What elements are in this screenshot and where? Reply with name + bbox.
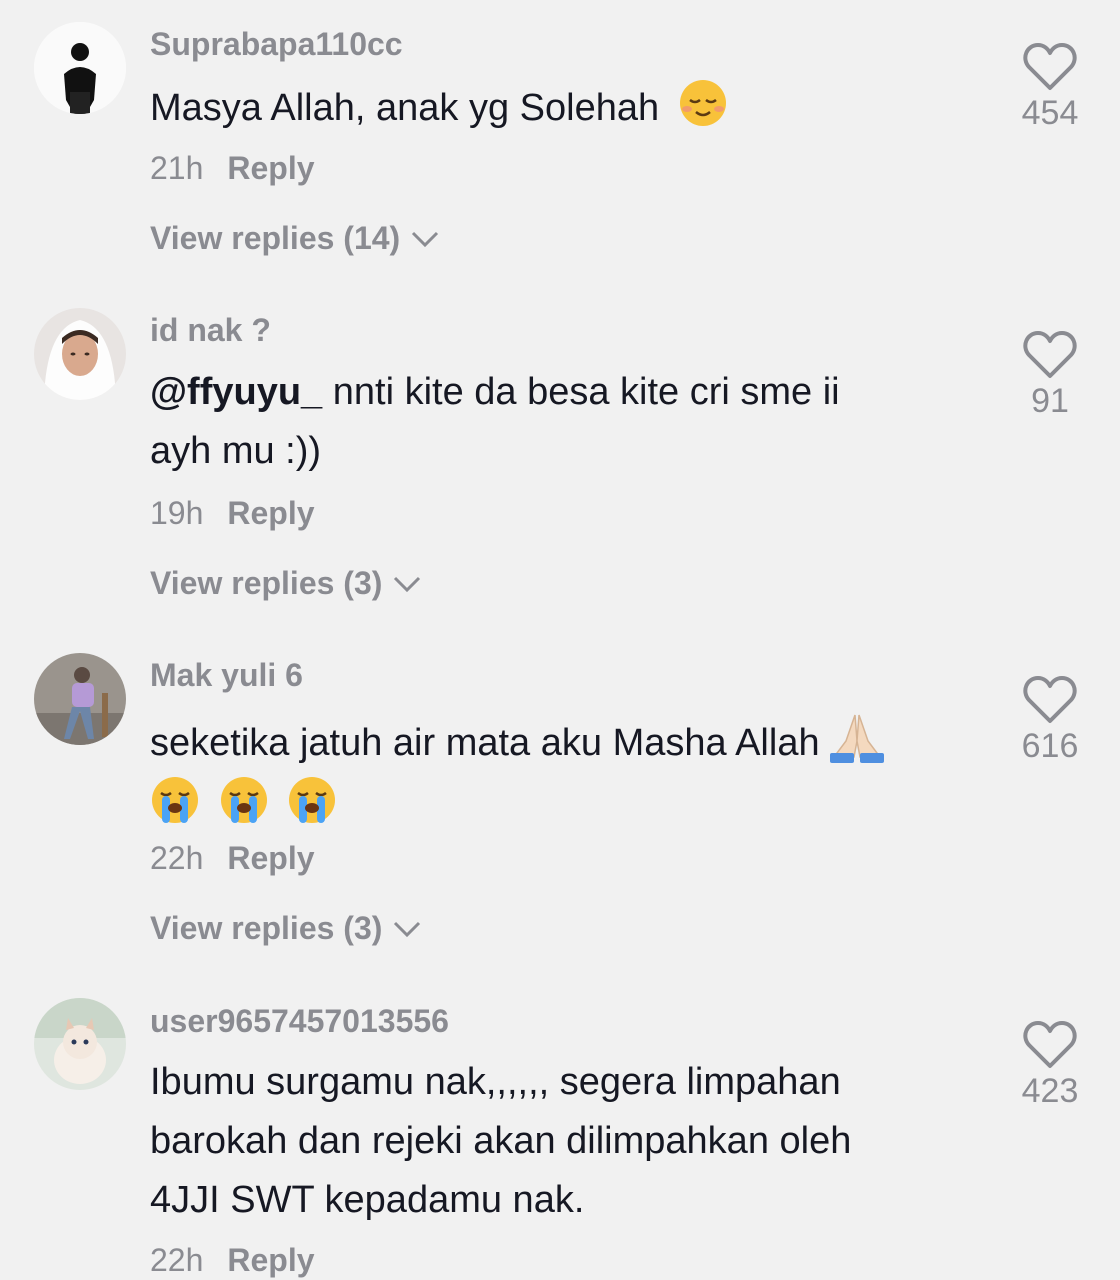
- comment-username[interactable]: Suprabapa110cc: [150, 26, 403, 63]
- comment-meta: 22h Reply: [150, 1242, 315, 1279]
- comment-text-line: @ffyuyu_ nnti kite da besa kite cri sme …: [150, 363, 950, 422]
- avatar[interactable]: [34, 653, 126, 745]
- loudly-crying-face-icon: [287, 775, 337, 825]
- comment-text-line: seketika jatuh air mata aku Masha Allah: [150, 711, 950, 773]
- like-area: 616: [1000, 675, 1100, 766]
- comment-text-segment: seketika jatuh air mata aku Masha Allah: [150, 722, 820, 764]
- like-count: 616: [1021, 727, 1079, 765]
- like-area: 423: [1000, 1020, 1100, 1111]
- avatar[interactable]: [34, 308, 126, 400]
- reply-button[interactable]: Reply: [227, 150, 314, 186]
- avatar[interactable]: [34, 998, 126, 1090]
- comment-text-line: ayh mu :)): [150, 430, 322, 472]
- comment-time: 21h: [150, 150, 204, 186]
- like-area: 91: [1000, 330, 1100, 421]
- comment-meta: 21h Reply: [150, 150, 315, 187]
- comment-text-line: 4JJI SWT kepadamu nak.: [150, 1179, 585, 1221]
- like-count: 454: [1021, 94, 1079, 132]
- comment-text: @ffyuyu_ nnti kite da besa kite cri sme …: [150, 363, 950, 481]
- chevron-down-icon: [394, 576, 421, 592]
- loudly-crying-face-icon: [150, 775, 200, 825]
- comment-text-line: Ibumu surgamu nak,,,,,, segera limpahan: [150, 1061, 841, 1103]
- chevron-down-icon: [394, 921, 421, 937]
- like-area: 454: [1000, 42, 1100, 133]
- chevron-down-icon: [412, 231, 439, 247]
- like-count: 91: [1031, 382, 1069, 420]
- comment-username[interactable]: id nak ?: [150, 312, 271, 349]
- view-replies-label: View replies (14): [150, 220, 401, 256]
- view-replies-button[interactable]: View replies (3): [150, 565, 422, 602]
- view-replies-label: View replies (3): [150, 565, 383, 601]
- loudly-crying-face-icon: [219, 775, 269, 825]
- mention-link[interactable]: @ffyuyu_: [150, 371, 322, 413]
- comment-username[interactable]: Mak yuli 6: [150, 657, 303, 694]
- comment-username[interactable]: user9657457013556: [150, 1003, 449, 1040]
- relieved-smiling-face-icon: [678, 78, 728, 128]
- comment-text: Masya Allah, anak yg Solehah: [150, 78, 950, 138]
- comment-time: 22h: [150, 840, 204, 876]
- comment-time: 19h: [150, 495, 204, 531]
- comment-meta: 22h Reply: [150, 840, 315, 877]
- comment-time: 22h: [150, 1242, 204, 1278]
- comment-meta: 19h Reply: [150, 495, 315, 532]
- avatar[interactable]: [34, 22, 126, 114]
- heart-icon[interactable]: [1023, 1020, 1077, 1070]
- view-replies-button[interactable]: View replies (14): [150, 220, 440, 257]
- like-count: 423: [1021, 1072, 1079, 1110]
- avatar-image: [34, 308, 126, 400]
- comment-emoji-line: [150, 773, 950, 835]
- folded-hands-icon: [828, 711, 886, 763]
- heart-icon[interactable]: [1023, 675, 1077, 725]
- comment-text-segment: nnti kite da besa kite cri sme ii: [322, 371, 840, 413]
- comment-text: seketika jatuh air mata aku Masha Allah: [150, 711, 950, 835]
- avatar-image: [34, 653, 126, 745]
- heart-icon[interactable]: [1023, 330, 1077, 380]
- view-replies-button[interactable]: View replies (3): [150, 910, 422, 947]
- reply-button[interactable]: Reply: [227, 840, 314, 876]
- comment-text: Ibumu surgamu nak,,,,,, segera limpahan …: [150, 1053, 950, 1230]
- comment-text-line: Masya Allah, anak yg Solehah: [150, 87, 660, 129]
- comment-text-line: barokah dan rejeki akan dilimpahkan oleh: [150, 1120, 852, 1162]
- heart-icon[interactable]: [1023, 42, 1077, 92]
- view-replies-label: View replies (3): [150, 910, 383, 946]
- reply-button[interactable]: Reply: [227, 495, 314, 531]
- avatar-image: [34, 998, 126, 1090]
- avatar-image: [34, 22, 126, 114]
- reply-button[interactable]: Reply: [227, 1242, 314, 1278]
